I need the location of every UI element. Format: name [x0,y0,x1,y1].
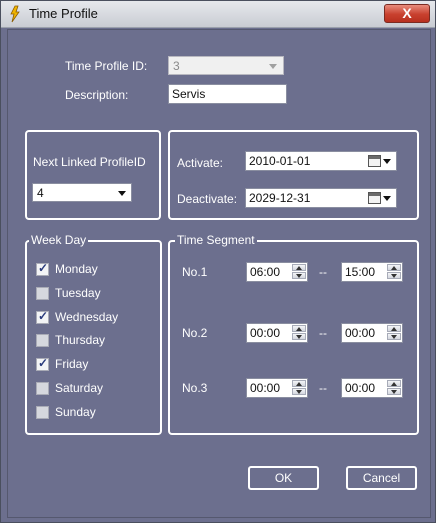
time-value: 00:00 [345,381,376,395]
checkbox[interactable]: ✓ [36,261,49,276]
checkbox[interactable]: ✓ [36,308,49,324]
segment-label: No.1 [182,265,208,279]
weekday-label: Tuesday [55,285,101,300]
checkbox[interactable] [36,382,49,395]
spinner-buttons [292,380,306,396]
checkbox[interactable] [36,286,49,300]
segment-separator: -- [319,326,327,340]
chevron-down-icon [296,274,302,278]
checkbox[interactable] [36,405,49,419]
description-label: Description: [65,88,129,102]
time-value: 00:00 [250,381,281,395]
checkmark-icon: ✓ [38,261,49,275]
deactivate-date-value: 2029-12-31 [249,191,311,205]
description-value: Servis [172,87,206,101]
segment-label: No.2 [182,326,208,340]
chevron-down-icon [296,390,302,394]
window-title: Time Profile [29,6,98,21]
dialog-content: Time Profile ID: 3 Description: Servis N… [7,29,431,518]
weekday-label: Wednesday [55,309,119,324]
linked-profile-value: 4 [37,186,44,200]
deactivate-date-picker[interactable]: 2029-12-31 [245,188,397,208]
segment-separator: -- [319,265,327,279]
spin-down-button[interactable] [387,388,401,395]
weekday-label: Friday [55,357,89,372]
linked-profile-label: Next Linked ProfileID [33,155,146,169]
deactivate-label: Deactivate: [177,192,238,206]
checkmark-icon: ✓ [38,356,49,371]
spin-up-button[interactable] [292,380,306,387]
weekday-label: Saturday [55,381,104,395]
time-value: 00:00 [250,326,281,340]
spin-up-button[interactable] [292,264,306,271]
cancel-button[interactable]: Cancel [346,466,417,490]
time-profile-window: Time Profile X Time Profile ID: 3 Descri… [0,0,436,523]
description-input[interactable]: Servis [168,84,287,104]
segment-end-time[interactable]: 00:00 [341,378,403,398]
weekday-label: Monday [55,262,98,276]
chevron-down-icon [296,335,302,339]
time-value: 00:00 [345,326,376,340]
profile-id-label: Time Profile ID: [65,59,148,73]
checkbox[interactable]: ✓ [36,356,49,372]
checkbox[interactable] [36,334,49,348]
segment-start-time[interactable]: 00:00 [246,323,308,343]
spin-down-button[interactable] [292,333,306,340]
activate-date-picker[interactable]: 2010-01-01 [245,151,397,171]
chevron-down-icon [269,64,277,69]
spin-down-button[interactable] [387,272,401,279]
chevron-up-icon [296,327,302,331]
spin-down-button[interactable] [387,333,401,340]
ok-button[interactable]: OK [248,466,319,490]
close-button[interactable]: X [384,4,430,23]
calendar-icon[interactable] [368,192,381,204]
segment-start-time[interactable]: 06:00 [246,262,308,282]
chevron-up-icon [391,382,397,386]
time-value: 06:00 [250,265,281,279]
spinner-buttons [387,380,401,396]
time-value: 15:00 [345,265,376,279]
weekday-label: Thursday [55,333,106,348]
linked-profile-group [25,130,161,220]
spinner-buttons [292,264,306,280]
activate-date-value: 2010-01-01 [249,154,311,168]
linked-profile-select[interactable]: 4 [32,183,132,202]
spin-up-button[interactable] [387,264,401,271]
segment-label: No.3 [182,381,208,395]
app-icon [10,5,20,23]
profile-id-value: 3 [173,59,180,73]
spin-up-button[interactable] [387,325,401,332]
chevron-down-icon[interactable] [383,159,391,164]
time-segment-title: Time Segment [175,233,257,247]
spin-down-button[interactable] [292,272,306,279]
week-day-title: Week Day [29,233,89,247]
chevron-up-icon [391,327,397,331]
chevron-up-icon [296,382,302,386]
chevron-down-icon[interactable] [383,196,391,201]
chevron-down-icon [118,191,126,196]
chevron-down-icon [391,390,397,394]
segment-end-time[interactable]: 15:00 [341,262,403,282]
spin-up-button[interactable] [387,380,401,387]
chevron-down-icon [391,335,397,339]
chevron-down-icon [391,274,397,278]
close-icon: X [402,5,412,21]
calendar-icon[interactable] [368,155,381,167]
title-bar[interactable]: Time Profile X [1,1,435,28]
chevron-up-icon [391,266,397,270]
checkmark-icon: ✓ [38,308,49,323]
profile-id-select[interactable]: 3 [168,56,284,75]
segment-separator: -- [319,381,327,395]
spin-down-button[interactable] [292,388,306,395]
activate-label: Activate: [177,156,224,170]
weekday-label: Sunday [55,404,96,419]
spinner-buttons [387,325,401,341]
spin-up-button[interactable] [292,325,306,332]
segment-start-time[interactable]: 00:00 [246,378,308,398]
spinner-buttons [387,264,401,280]
segment-end-time[interactable]: 00:00 [341,323,403,343]
chevron-up-icon [296,266,302,270]
spinner-buttons [292,325,306,341]
